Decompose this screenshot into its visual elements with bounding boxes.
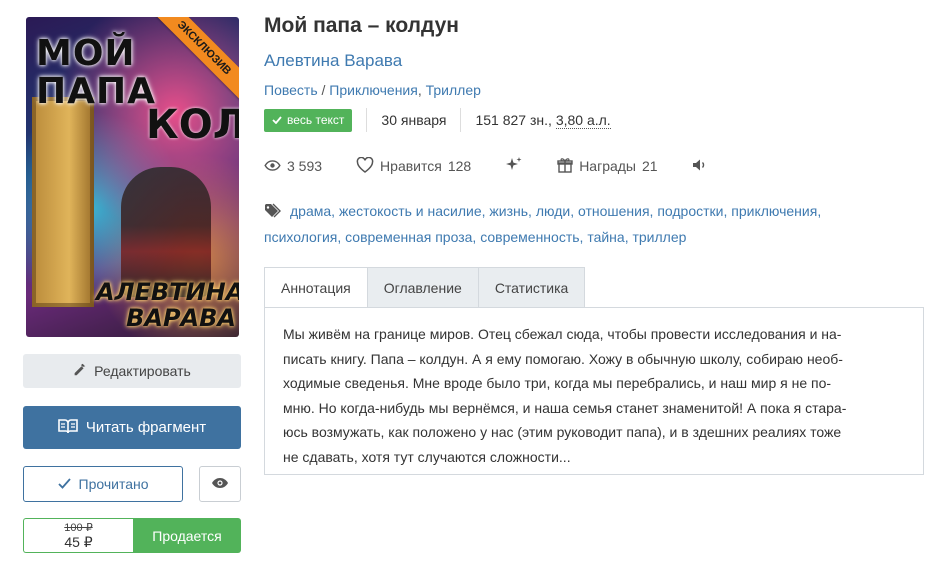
edit-button[interactable]: Редактировать xyxy=(23,354,241,388)
publish-date: 30 января xyxy=(381,112,447,128)
mark-read-label: Прочитано xyxy=(78,476,149,492)
annotation-line: ходимые сведенья. Мне вроде было три, ко… xyxy=(283,375,832,391)
views-stat: 3 593 xyxy=(264,158,322,174)
genre-separator: / xyxy=(317,82,330,98)
tag-link[interactable]: современная проза xyxy=(345,229,472,245)
annotation-line: не сдавать, хотя тут случаются сложности… xyxy=(283,448,571,465)
awards-label: Награды xyxy=(579,158,636,174)
eye-icon xyxy=(211,476,229,492)
eye-icon xyxy=(264,158,281,174)
current-price: 45 ₽ xyxy=(64,534,93,550)
awards-count: 21 xyxy=(642,158,658,174)
price-box: 100 ₽ 45 ₽ xyxy=(23,518,133,553)
genre-separator: , xyxy=(417,82,426,98)
mark-read-button[interactable]: Прочитано xyxy=(23,466,183,502)
annotation-line: мню. Но когда-нибудь мы вернёмся, и наша… xyxy=(283,399,847,416)
genre-link[interactable]: Повесть xyxy=(264,82,318,98)
annotation-line: писать книгу. Папа – колдун. А я ему пом… xyxy=(283,350,843,367)
listen-button[interactable] xyxy=(692,158,708,175)
speaker-icon xyxy=(692,158,708,175)
gift-icon xyxy=(557,157,573,176)
tag-link[interactable]: психология xyxy=(264,229,337,245)
likes-count: 128 xyxy=(447,158,472,174)
cover-door-art xyxy=(32,97,94,307)
tab-statistics[interactable]: Статистика xyxy=(478,267,586,308)
tag-link[interactable]: отношения xyxy=(578,203,650,219)
likes-label: Нравится xyxy=(380,158,442,174)
checkmark-icon xyxy=(57,476,71,492)
meta-row: весь текст 30 января 151 827 зн., 3,80 а… xyxy=(264,108,611,132)
like-button[interactable]: Нравится 128 xyxy=(356,156,472,176)
status-badge: весь текст xyxy=(264,108,353,132)
tag-link[interactable]: подростки xyxy=(657,203,723,219)
edit-button-label: Редактировать xyxy=(94,363,191,379)
book-title: Мой папа – колдун xyxy=(264,14,459,37)
awards-button[interactable]: Награды 21 xyxy=(557,157,658,176)
tag-link[interactable]: драма xyxy=(290,203,331,219)
sparkles-icon xyxy=(505,156,523,177)
tag-link[interactable]: люди xyxy=(536,203,570,219)
tag-link[interactable]: тайна xyxy=(587,229,624,245)
genre-link[interactable]: Приключения xyxy=(329,82,418,98)
tag-link[interactable]: жизнь xyxy=(489,203,528,219)
read-fragment-button[interactable]: Читать фрагмент xyxy=(23,406,241,449)
cover-title-vertical: КОЛДУН xyxy=(146,102,239,148)
old-price: 100 ₽ xyxy=(64,522,93,534)
watch-button[interactable] xyxy=(199,466,241,502)
buy-button-label: Продается xyxy=(152,527,222,544)
genre-list: Повесть / Приключения, Триллер xyxy=(264,82,481,98)
annotation-panel: Мы живём на границе миров. Отец сбежал с… xyxy=(264,307,924,475)
magic-button[interactable] xyxy=(505,156,523,177)
buy-button[interactable]: Продается xyxy=(133,518,241,553)
annotation-line: Мы живём на границе миров. Отец сбежал с… xyxy=(283,326,842,342)
tag-link[interactable]: жестокость и насилие xyxy=(339,203,482,219)
open-book-icon xyxy=(58,418,78,438)
cover-author: АЛЕВТИНА ВАРАВА xyxy=(96,278,239,332)
book-size: 151 827 зн., 3,80 а.л. xyxy=(475,112,611,129)
author-link[interactable]: Алевтина Варава xyxy=(264,51,402,71)
pencil-icon xyxy=(73,363,86,379)
divider xyxy=(460,108,462,132)
tag-list: драма, жестокость и насилие, жизнь, люди… xyxy=(264,201,822,245)
size-author-sheets: 3,80 а.л. xyxy=(555,112,611,129)
stats-row: 3 593 Нравится 128 Награды 21 xyxy=(264,154,708,178)
genre-link[interactable]: Триллер xyxy=(426,82,481,98)
tab-bar: Аннотация Оглавление Статистика xyxy=(264,267,586,308)
tab-contents[interactable]: Оглавление xyxy=(367,267,479,308)
tag-link[interactable]: современность xyxy=(480,229,579,245)
size-chars: 151 827 зн. xyxy=(475,112,549,128)
views-count: 3 593 xyxy=(287,158,323,174)
book-cover[interactable]: МОЙ ПАПА КОЛДУН АЛЕВТИНА ВАРАВА ЭКСКЛЮЗИ… xyxy=(26,17,239,337)
tag-link[interactable]: триллер xyxy=(632,229,686,245)
annotation-line: юсь возмужать, как положено у нас (этим … xyxy=(283,424,842,440)
tag-icon xyxy=(264,201,284,225)
checkmark-icon xyxy=(272,109,282,132)
status-badge-label: весь текст xyxy=(287,112,345,127)
read-fragment-label: Читать фрагмент xyxy=(85,419,207,436)
tag-link[interactable]: приключения xyxy=(731,203,817,219)
cover-title: МОЙ ПАПА xyxy=(36,33,156,112)
divider xyxy=(366,108,368,132)
tab-annotation[interactable]: Аннотация xyxy=(264,267,368,308)
heart-icon xyxy=(356,156,374,176)
